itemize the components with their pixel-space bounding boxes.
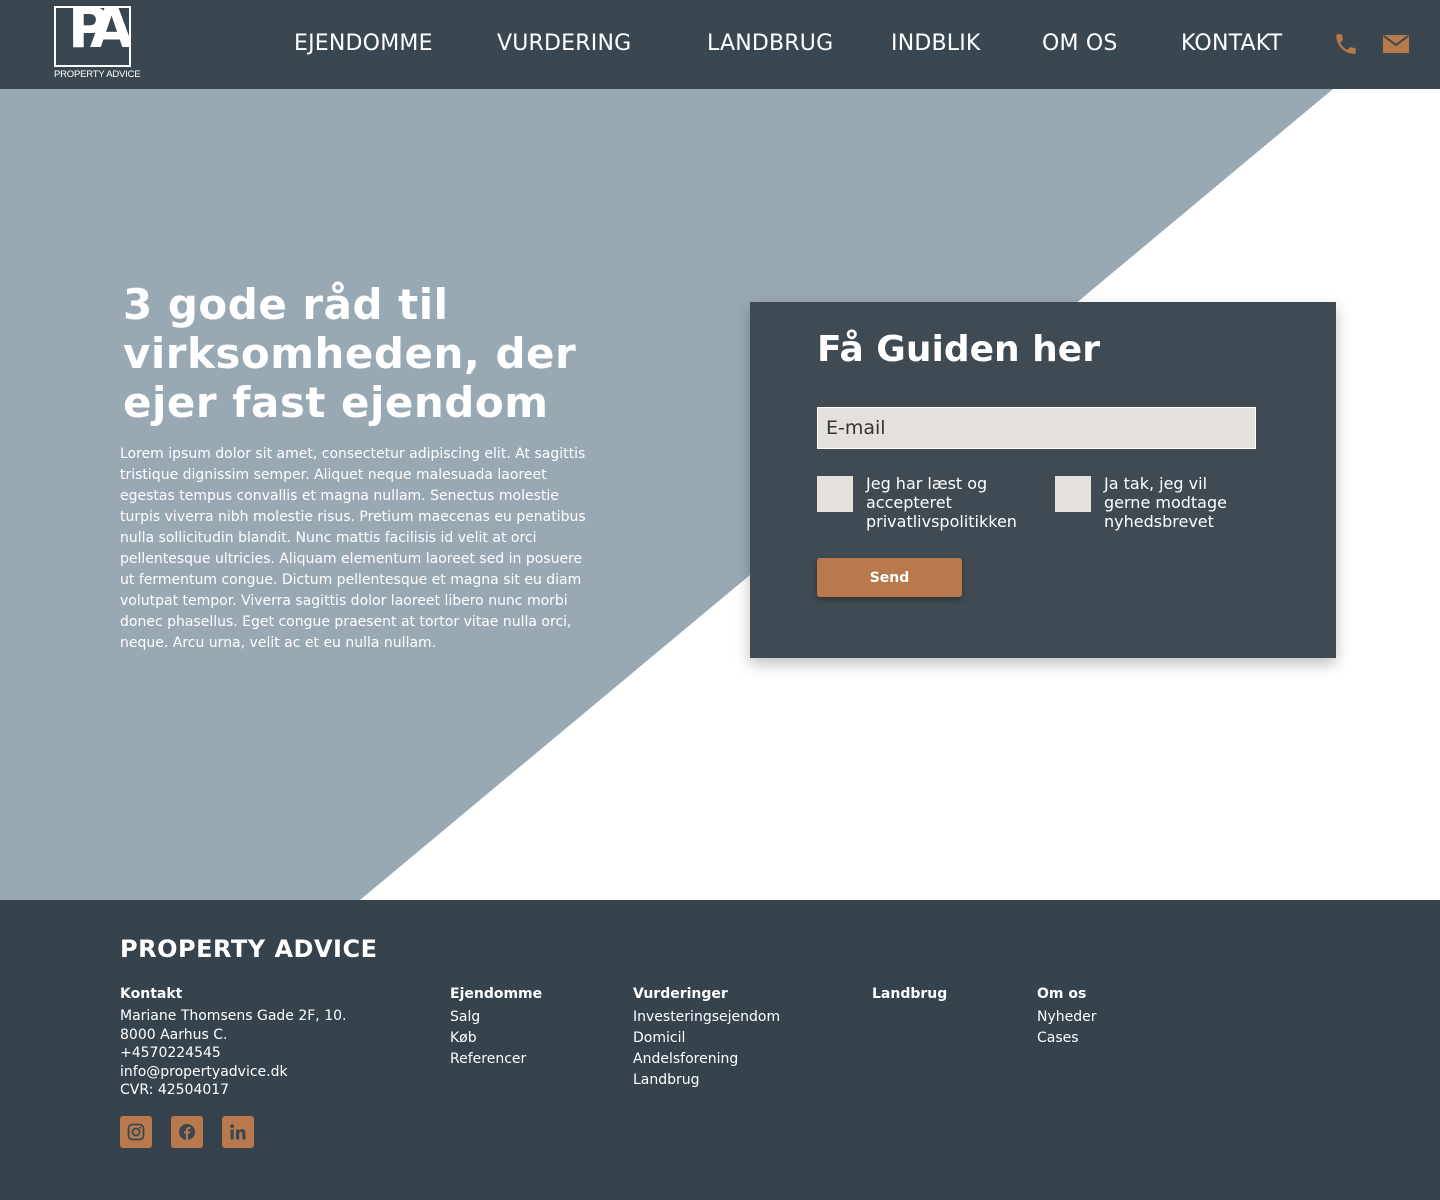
linkedin-icon[interactable]	[222, 1116, 254, 1148]
footer-col-vurderinger: Vurderinger Investeringsejendom Domicil …	[633, 986, 780, 1091]
nav-landbrug[interactable]: LANDBRUG	[707, 31, 833, 56]
footer-address-line: Mariane Thomsens Gade 2F, 10.	[120, 1008, 347, 1024]
instagram-icon[interactable]	[120, 1116, 152, 1148]
logo[interactable]: PA PROPERTY ADVICE	[54, 6, 141, 80]
facebook-icon[interactable]	[171, 1116, 203, 1148]
footer-link-domicil[interactable]: Domicil	[633, 1028, 780, 1049]
nav-kontakt[interactable]: KONTAKT	[1181, 31, 1282, 56]
site-footer: PROPERTY ADVICE Kontakt Mariane Thomsens…	[0, 900, 1440, 1200]
footer-link-cases[interactable]: Cases	[1037, 1028, 1097, 1049]
footer-link-salg[interactable]: Salg	[450, 1007, 542, 1028]
footer-phone[interactable]: +4570224545	[120, 1044, 346, 1063]
phone-icon[interactable]	[1332, 31, 1360, 57]
nav-ejendomme[interactable]: EJENDOMME	[294, 31, 433, 56]
privacy-checkbox[interactable]	[817, 476, 853, 512]
footer-city-line: 8000 Aarhus C.	[120, 1026, 228, 1043]
footer-cvr: CVR: 42504017	[120, 1082, 230, 1098]
logo-mark: PA	[68, 6, 129, 61]
logo-subtitle: PROPERTY ADVICE	[54, 69, 141, 80]
footer-link-koeb[interactable]: Køb	[450, 1028, 542, 1049]
footer-contact-heading: Kontakt	[120, 986, 183, 1002]
send-button[interactable]: Send	[817, 558, 962, 597]
nav-vurdering[interactable]: VURDERING	[497, 31, 631, 56]
footer-col-landbrug: Landbrug	[872, 986, 947, 1007]
nav-indblik[interactable]: INDBLIK	[891, 31, 981, 56]
footer-col-heading[interactable]: Vurderinger	[633, 986, 780, 1002]
privacy-checkbox-label: Jeg har læst og accepteret privatlivspol…	[866, 474, 1017, 531]
footer-link-landbrug[interactable]: Landbrug	[633, 1070, 780, 1091]
hero-title: 3 gode råd til virksomheden, der ejer fa…	[123, 280, 577, 427]
footer-col-ejendomme: Ejendomme Salg Køb Referencer	[450, 986, 542, 1070]
mail-icon[interactable]	[1382, 31, 1410, 57]
footer-brand: PROPERTY ADVICE	[120, 935, 378, 963]
footer-contact: Kontakt Mariane Thomsens Gade 2F, 10. 80…	[120, 986, 346, 1100]
footer-col-heading[interactable]: Om os	[1037, 986, 1097, 1002]
footer-link-andelsforening[interactable]: Andelsforening	[633, 1049, 780, 1070]
footer-col-heading[interactable]: Ejendomme	[450, 986, 542, 1002]
footer-link-referencer[interactable]: Referencer	[450, 1049, 542, 1070]
logo-box: PA	[54, 6, 131, 67]
footer-link-investeringsejendom[interactable]: Investeringsejendom	[633, 1007, 780, 1028]
footer-link-nyheder[interactable]: Nyheder	[1037, 1007, 1097, 1028]
newsletter-checkbox-label: Ja tak, jeg vil gerne modtage nyhedsbrev…	[1104, 474, 1227, 531]
footer-col-heading[interactable]: Landbrug	[872, 986, 947, 1002]
footer-col-om-os: Om os Nyheder Cases	[1037, 986, 1097, 1049]
site-header: PA PROPERTY ADVICE EJENDOMME VURDERING L…	[0, 0, 1440, 89]
signup-title: Få Guiden her	[817, 329, 1100, 370]
newsletter-checkbox[interactable]	[1055, 476, 1091, 512]
hero-body-text: Lorem ipsum dolor sit amet, consectetur …	[120, 446, 586, 651]
guide-signup-card: Få Guiden her Jeg har læst og accepteret…	[750, 302, 1336, 658]
footer-email[interactable]: info@propertyadvice.dk	[120, 1063, 346, 1082]
nav-om-os[interactable]: OM OS	[1042, 31, 1118, 56]
email-field[interactable]	[817, 407, 1256, 449]
